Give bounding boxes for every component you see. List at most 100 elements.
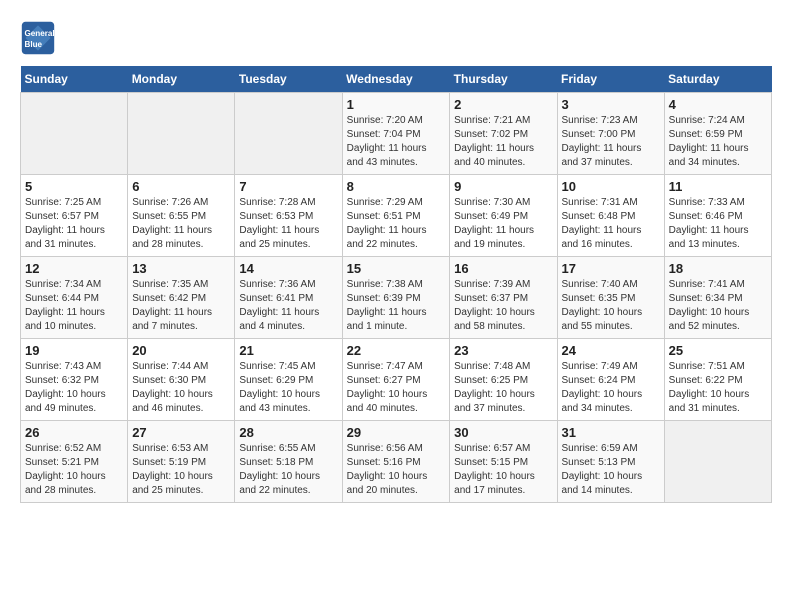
calendar-cell: 16 Sunrise: 7:39 AM Sunset: 6:37 PM Dayli… <box>450 257 557 339</box>
calendar-cell <box>21 93 128 175</box>
day-number: 18 <box>669 261 767 276</box>
day-info: Sunrise: 7:30 AM Sunset: 6:49 PM Dayligh… <box>454 196 552 252</box>
day-number: 31 <box>562 425 660 440</box>
calendar-cell: 11Sunrise: 7:33 AM Sunset: 6:46 PM Dayli… <box>664 175 771 257</box>
calendar-cell: 12 Sunrise: 7:34 AM Sunset: 6:44 PM Dayli… <box>21 257 128 339</box>
day-number: 1 <box>347 97 446 112</box>
calendar-cell: 29 Sunrise: 6:56 AM Sunset: 5:16 PM Dayli… <box>342 421 450 503</box>
day-info: Sunrise: 7:45 AM Sunset: 6:29 PM Dayligh… <box>239 360 337 416</box>
day-number: 19 <box>25 343 123 358</box>
day-number: 21 <box>239 343 337 358</box>
calendar-cell: 31 Sunrise: 6:59 AM Sunset: 5:13 PM Dayli… <box>557 421 664 503</box>
calendar-header-row: SundayMondayTuesdayWednesdayThursdayFrid… <box>21 66 772 93</box>
weekday-header-tuesday: Tuesday <box>235 66 342 93</box>
calendar-cell: 10 Sunrise: 7:31 AM Sunset: 6:48 PM Dayli… <box>557 175 664 257</box>
day-number: 4 <box>669 97 767 112</box>
calendar-cell: 6 Sunrise: 7:26 AM Sunset: 6:55 PM Daylig… <box>128 175 235 257</box>
calendar-week-row: 5 Sunrise: 7:25 AM Sunset: 6:57 PM Daylig… <box>21 175 772 257</box>
day-number: 13 <box>132 261 230 276</box>
weekday-header-thursday: Thursday <box>450 66 557 93</box>
calendar-cell: 3Sunrise: 7:23 AM Sunset: 7:00 PM Daylig… <box>557 93 664 175</box>
day-number: 16 <box>454 261 552 276</box>
day-info: Sunrise: 6:59 AM Sunset: 5:13 PM Dayligh… <box>562 442 660 498</box>
calendar-cell: 20Sunrise: 7:44 AM Sunset: 6:30 PM Dayli… <box>128 339 235 421</box>
day-info: Sunrise: 7:48 AM Sunset: 6:25 PM Dayligh… <box>454 360 552 416</box>
day-info: Sunrise: 7:20 AM Sunset: 7:04 PM Dayligh… <box>347 114 446 170</box>
calendar-cell: 4 Sunrise: 7:24 AM Sunset: 6:59 PM Daylig… <box>664 93 771 175</box>
day-number: 5 <box>25 179 123 194</box>
calendar-cell <box>235 93 342 175</box>
calendar-cell: 13 Sunrise: 7:35 AM Sunset: 6:42 PM Dayli… <box>128 257 235 339</box>
day-info: Sunrise: 7:24 AM Sunset: 6:59 PM Dayligh… <box>669 114 767 170</box>
day-number: 20 <box>132 343 230 358</box>
calendar-week-row: 26 Sunrise: 6:52 AM Sunset: 5:21 PM Dayli… <box>21 421 772 503</box>
page-header: General Blue <box>20 20 772 56</box>
calendar-cell: 24 Sunrise: 7:49 AM Sunset: 6:24 PM Dayli… <box>557 339 664 421</box>
day-info: Sunrise: 7:41 AM Sunset: 6:34 PM Dayligh… <box>669 278 767 334</box>
day-info: Sunrise: 7:26 AM Sunset: 6:55 PM Dayligh… <box>132 196 230 252</box>
day-number: 29 <box>347 425 446 440</box>
weekday-header-friday: Friday <box>557 66 664 93</box>
calendar-cell: 8Sunrise: 7:29 AM Sunset: 6:51 PM Daylig… <box>342 175 450 257</box>
day-info: Sunrise: 7:35 AM Sunset: 6:42 PM Dayligh… <box>132 278 230 334</box>
logo: General Blue <box>20 20 60 56</box>
day-number: 9 <box>454 179 552 194</box>
day-number: 28 <box>239 425 337 440</box>
calendar-cell: 17 Sunrise: 7:40 AM Sunset: 6:35 PM Dayli… <box>557 257 664 339</box>
day-number: 14 <box>239 261 337 276</box>
day-info: Sunrise: 7:34 AM Sunset: 6:44 PM Dayligh… <box>25 278 123 334</box>
calendar-week-row: 12 Sunrise: 7:34 AM Sunset: 6:44 PM Dayli… <box>21 257 772 339</box>
calendar-cell: 19 Sunrise: 7:43 AM Sunset: 6:32 PM Dayli… <box>21 339 128 421</box>
day-info: Sunrise: 7:21 AM Sunset: 7:02 PM Dayligh… <box>454 114 552 170</box>
calendar-cell: 21 Sunrise: 7:45 AM Sunset: 6:29 PM Dayli… <box>235 339 342 421</box>
calendar-cell: 27 Sunrise: 6:53 AM Sunset: 5:19 PM Dayli… <box>128 421 235 503</box>
calendar-cell <box>128 93 235 175</box>
day-info: Sunrise: 7:25 AM Sunset: 6:57 PM Dayligh… <box>25 196 123 252</box>
day-info: Sunrise: 6:55 AM Sunset: 5:18 PM Dayligh… <box>239 442 337 498</box>
calendar-cell: 28 Sunrise: 6:55 AM Sunset: 5:18 PM Dayli… <box>235 421 342 503</box>
day-info: Sunrise: 7:36 AM Sunset: 6:41 PM Dayligh… <box>239 278 337 334</box>
day-info: Sunrise: 7:28 AM Sunset: 6:53 PM Dayligh… <box>239 196 337 252</box>
calendar-cell: 2 Sunrise: 7:21 AM Sunset: 7:02 PM Daylig… <box>450 93 557 175</box>
weekday-header-monday: Monday <box>128 66 235 93</box>
weekday-header-sunday: Sunday <box>21 66 128 93</box>
calendar-cell: 25 Sunrise: 7:51 AM Sunset: 6:22 PM Dayli… <box>664 339 771 421</box>
day-number: 25 <box>669 343 767 358</box>
calendar-table: SundayMondayTuesdayWednesdayThursdayFrid… <box>20 66 772 503</box>
day-info: Sunrise: 7:31 AM Sunset: 6:48 PM Dayligh… <box>562 196 660 252</box>
logo-icon: General Blue <box>20 20 56 56</box>
day-info: Sunrise: 6:52 AM Sunset: 5:21 PM Dayligh… <box>25 442 123 498</box>
day-number: 12 <box>25 261 123 276</box>
day-number: 30 <box>454 425 552 440</box>
calendar-cell: 22Sunrise: 7:47 AM Sunset: 6:27 PM Dayli… <box>342 339 450 421</box>
calendar-cell: 9 Sunrise: 7:30 AM Sunset: 6:49 PM Daylig… <box>450 175 557 257</box>
day-info: Sunrise: 7:49 AM Sunset: 6:24 PM Dayligh… <box>562 360 660 416</box>
day-info: Sunrise: 7:38 AM Sunset: 6:39 PM Dayligh… <box>347 278 446 334</box>
day-info: Sunrise: 6:56 AM Sunset: 5:16 PM Dayligh… <box>347 442 446 498</box>
day-number: 17 <box>562 261 660 276</box>
calendar-cell: 14 Sunrise: 7:36 AM Sunset: 6:41 PM Dayli… <box>235 257 342 339</box>
svg-text:General: General <box>25 29 55 38</box>
calendar-week-row: 1 Sunrise: 7:20 AM Sunset: 7:04 PM Daylig… <box>21 93 772 175</box>
calendar-cell: 26 Sunrise: 6:52 AM Sunset: 5:21 PM Dayli… <box>21 421 128 503</box>
day-number: 2 <box>454 97 552 112</box>
day-info: Sunrise: 7:39 AM Sunset: 6:37 PM Dayligh… <box>454 278 552 334</box>
svg-text:Blue: Blue <box>25 40 43 49</box>
day-info: Sunrise: 7:47 AM Sunset: 6:27 PM Dayligh… <box>347 360 446 416</box>
day-number: 3 <box>562 97 660 112</box>
day-info: Sunrise: 6:53 AM Sunset: 5:19 PM Dayligh… <box>132 442 230 498</box>
day-number: 6 <box>132 179 230 194</box>
day-info: Sunrise: 7:43 AM Sunset: 6:32 PM Dayligh… <box>25 360 123 416</box>
day-number: 23 <box>454 343 552 358</box>
day-number: 10 <box>562 179 660 194</box>
day-info: Sunrise: 7:33 AM Sunset: 6:46 PM Dayligh… <box>669 196 767 252</box>
day-info: Sunrise: 7:40 AM Sunset: 6:35 PM Dayligh… <box>562 278 660 334</box>
day-number: 26 <box>25 425 123 440</box>
day-info: Sunrise: 6:57 AM Sunset: 5:15 PM Dayligh… <box>454 442 552 498</box>
day-number: 8 <box>347 179 446 194</box>
day-info: Sunrise: 7:51 AM Sunset: 6:22 PM Dayligh… <box>669 360 767 416</box>
day-number: 27 <box>132 425 230 440</box>
calendar-cell: 15Sunrise: 7:38 AM Sunset: 6:39 PM Dayli… <box>342 257 450 339</box>
calendar-cell: 23 Sunrise: 7:48 AM Sunset: 6:25 PM Dayli… <box>450 339 557 421</box>
day-number: 24 <box>562 343 660 358</box>
